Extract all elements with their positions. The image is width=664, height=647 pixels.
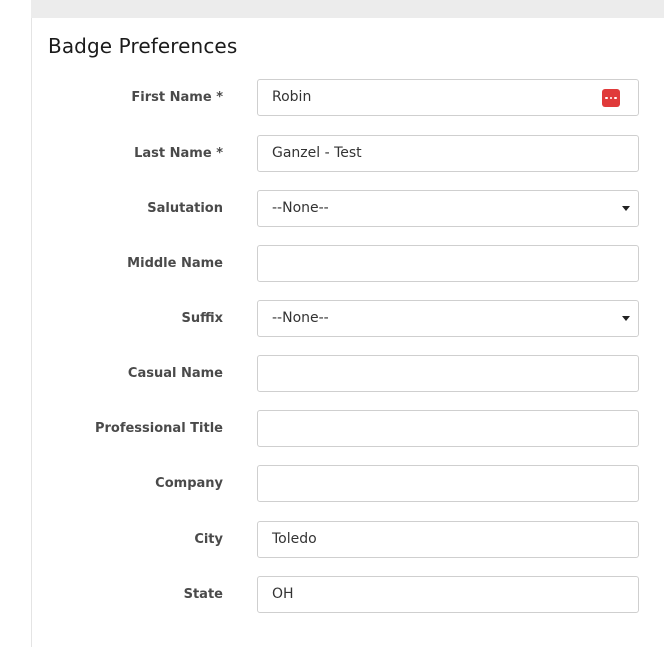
state-value: OH	[272, 586, 294, 602]
suffix-row: Suffix --None--	[0, 300, 664, 337]
company-label: Company	[155, 476, 223, 491]
state-row: State OH	[0, 576, 664, 613]
professional-title-input[interactable]	[257, 410, 639, 447]
password-manager-icon[interactable]	[602, 89, 620, 107]
middle-name-label: Middle Name	[127, 256, 223, 271]
first-name-value: Robin	[272, 89, 312, 105]
city-input[interactable]: Toledo	[257, 521, 639, 558]
first-name-row: First Name * Robin	[0, 79, 664, 116]
state-label: State	[183, 587, 223, 602]
suffix-value: --None--	[272, 310, 329, 326]
professional-title-label: Professional Title	[94, 421, 223, 436]
chevron-down-icon	[622, 316, 630, 321]
first-name-label: First Name *	[131, 90, 223, 105]
last-name-row: Last Name * Ganzel - Test	[0, 135, 664, 172]
state-input[interactable]: OH	[257, 576, 639, 613]
middle-name-row: Middle Name	[0, 245, 664, 282]
salutation-select[interactable]: --None--	[257, 190, 639, 227]
salutation-label: Salutation	[147, 201, 223, 216]
first-name-input[interactable]: Robin	[257, 79, 639, 116]
chevron-down-icon	[622, 206, 630, 211]
company-input[interactable]	[257, 465, 639, 502]
city-row: City Toledo	[0, 521, 664, 558]
middle-name-input[interactable]	[257, 245, 639, 282]
page: Badge Preferences First Name * Robin Las…	[0, 0, 664, 647]
suffix-select[interactable]: --None--	[257, 300, 639, 337]
last-name-value: Ganzel - Test	[272, 145, 362, 161]
city-value: Toledo	[272, 531, 317, 547]
casual-name-input[interactable]	[257, 355, 639, 392]
suffix-label: Suffix	[181, 311, 223, 326]
casual-name-label: Casual Name	[127, 366, 223, 381]
city-label: City	[194, 532, 223, 547]
salutation-row: Salutation --None--	[0, 190, 664, 227]
casual-name-row: Casual Name	[0, 355, 664, 392]
section-title: Badge Preferences	[48, 34, 238, 58]
company-row: Company	[0, 465, 664, 502]
last-name-input[interactable]: Ganzel - Test	[257, 135, 639, 172]
top-strip	[31, 0, 664, 18]
last-name-label: Last Name *	[134, 146, 223, 161]
professional-title-row: Professional Title	[0, 410, 664, 447]
salutation-value: --None--	[272, 200, 329, 216]
